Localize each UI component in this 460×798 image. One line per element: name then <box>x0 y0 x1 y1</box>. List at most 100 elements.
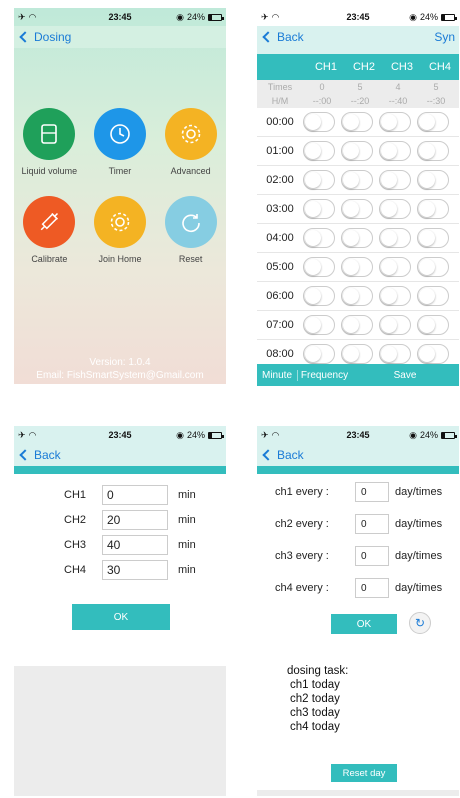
ch1-toggle[interactable] <box>303 286 335 306</box>
reset-day-button[interactable]: Reset day <box>331 764 397 782</box>
ch4-toggle[interactable] <box>417 141 449 161</box>
channel-minute-row: CH1 0 min <box>64 482 226 507</box>
refresh-button[interactable]: ↻ <box>409 612 431 634</box>
hm-label: H/M <box>271 96 289 106</box>
ch3-toggle[interactable] <box>379 141 411 161</box>
battery-icon <box>441 431 457 439</box>
ch2-toggle[interactable] <box>341 199 373 219</box>
ch1-toggle[interactable] <box>303 112 335 132</box>
ok-button[interactable]: OK <box>331 614 397 634</box>
ch3-toggle[interactable] <box>379 228 411 248</box>
hm-value: --:30 <box>426 96 446 106</box>
status-right: ◉ 24% <box>409 12 457 23</box>
minute-setting-screen: ✈ ◠ 23:45 ◉ 24% Back CH1 0 min CH2 20 mi… <box>14 426 226 796</box>
unit-label: day/times <box>395 518 443 530</box>
back-button[interactable]: Back <box>18 448 61 462</box>
save-button[interactable]: Save <box>351 370 459 381</box>
frequency-button[interactable]: Frequency <box>297 369 351 381</box>
back-button[interactable]: Back <box>261 30 304 44</box>
back-button[interactable]: Dosing <box>18 30 71 44</box>
gear-icon <box>164 108 217 160</box>
ch4-frequency-input[interactable]: 0 <box>355 578 389 598</box>
unit-label: day/times <box>395 486 443 498</box>
ch2-minute-input[interactable]: 20 <box>102 509 168 530</box>
back-button[interactable]: Back <box>261 448 304 462</box>
tile-label: Reset <box>178 254 203 264</box>
ch3-toggle[interactable] <box>379 112 411 132</box>
ch3-toggle[interactable] <box>379 344 411 364</box>
channel-header: CH1 CH2 CH3 CH4 <box>257 54 459 80</box>
join-home-tile[interactable]: Join Home <box>85 196 155 264</box>
ch4-toggle[interactable] <box>417 315 449 335</box>
ch1-toggle[interactable] <box>303 141 335 161</box>
ch2-toggle[interactable] <box>341 141 373 161</box>
ch4-toggle[interactable] <box>417 199 449 219</box>
battery-icon <box>208 431 224 439</box>
times-label: Times <box>267 82 293 92</box>
ch1-minute-input[interactable]: 0 <box>102 484 168 505</box>
ch3-toggle[interactable] <box>379 257 411 277</box>
ch4-toggle[interactable] <box>417 112 449 132</box>
times-value: 0 <box>319 82 325 92</box>
times-value: 5 <box>433 82 439 92</box>
hm-value: --:40 <box>388 96 408 106</box>
ch4-toggle[interactable] <box>417 228 449 248</box>
ch2-toggle[interactable] <box>341 315 373 335</box>
ch3-toggle[interactable] <box>379 286 411 306</box>
ch1-toggle[interactable] <box>303 344 335 364</box>
channel-label: CH4 <box>64 563 87 576</box>
ch2-toggle[interactable] <box>341 286 373 306</box>
ch4-toggle[interactable] <box>417 286 449 306</box>
channel-label: ch3 every : <box>275 550 329 562</box>
minute-button[interactable]: Minute <box>257 370 297 381</box>
ch2-toggle[interactable] <box>341 344 373 364</box>
ch1-toggle[interactable] <box>303 170 335 190</box>
timer-tile[interactable]: Timer <box>85 108 155 176</box>
ch3-toggle[interactable] <box>379 199 411 219</box>
liquid-volume-tile[interactable]: Liquid volume <box>14 108 84 176</box>
unit-label: min <box>178 488 196 501</box>
hour-label: 01:00 <box>266 145 294 157</box>
channel-label: CH1 <box>314 61 337 73</box>
frequency-setting-screen: ✈ ◠ 23:45 ◉ 24% Back ch1 every : 0 day/t… <box>257 426 459 796</box>
ok-button[interactable]: OK <box>72 604 170 630</box>
channel-label: CH4 <box>428 61 451 73</box>
dosing-home-screen: ✈ ◠ 23:45 ◉ 24% Dosing Liquid volume Tim… <box>14 8 226 384</box>
ch4-toggle[interactable] <box>417 257 449 277</box>
ch1-toggle[interactable] <box>303 199 335 219</box>
calibrate-tile[interactable]: Calibrate <box>14 196 84 264</box>
refresh-icon <box>164 196 217 248</box>
ch2-frequency-input[interactable]: 0 <box>355 514 389 534</box>
task-item: ch2 today <box>290 693 340 705</box>
menu-row: Liquid volume Timer Advanced <box>14 108 226 176</box>
ch2-toggle[interactable] <box>341 257 373 277</box>
ch3-toggle[interactable] <box>379 315 411 335</box>
frequency-row: ch3 every : 0 day/times <box>275 540 459 572</box>
ch1-frequency-input[interactable]: 0 <box>355 482 389 502</box>
airplane-icon: ✈ <box>261 11 269 22</box>
ch3-toggle[interactable] <box>379 170 411 190</box>
frequency-row: ch4 every : 0 day/times <box>275 572 459 604</box>
ch2-toggle[interactable] <box>341 112 373 132</box>
ch3-frequency-input[interactable]: 0 <box>355 546 389 566</box>
ch2-toggle[interactable] <box>341 170 373 190</box>
ch2-toggle[interactable] <box>341 228 373 248</box>
ch1-toggle[interactable] <box>303 228 335 248</box>
advanced-tile[interactable]: Advanced <box>156 108 226 176</box>
clock-icon <box>93 108 146 160</box>
chevron-left-icon <box>262 31 274 43</box>
ch1-toggle[interactable] <box>303 257 335 277</box>
channel-label: CH3 <box>390 61 413 73</box>
status-bar: ✈ ◠ 23:45 ◉ 24% <box>14 8 226 26</box>
channel-label: CH2 <box>64 513 87 526</box>
syn-button[interactable]: Syn <box>434 30 455 44</box>
hour-row: 03:00 <box>257 195 459 224</box>
ch4-toggle[interactable] <box>417 344 449 364</box>
ch4-toggle[interactable] <box>417 170 449 190</box>
hour-label: 05:00 <box>266 261 294 273</box>
ch1-toggle[interactable] <box>303 315 335 335</box>
ch4-minute-input[interactable]: 30 <box>102 559 168 580</box>
times-value: 5 <box>357 82 363 92</box>
reset-tile[interactable]: Reset <box>156 196 226 264</box>
ch3-minute-input[interactable]: 40 <box>102 534 168 555</box>
